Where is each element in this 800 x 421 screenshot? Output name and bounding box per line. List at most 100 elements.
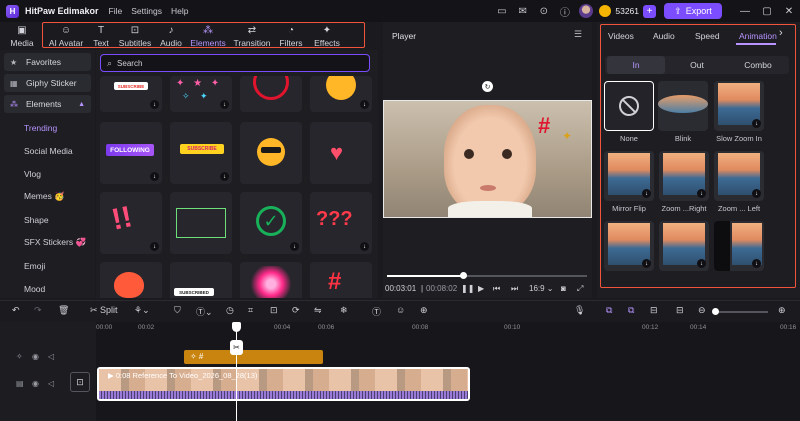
next-frame-icon[interactable]: ⏭ — [511, 284, 518, 294]
prev-frame-icon[interactable]: ⏮ — [493, 284, 500, 294]
mute-icon[interactable]: ◁ — [48, 352, 54, 361]
sidebar-sub-trending[interactable]: Trending — [0, 116, 95, 139]
avatar[interactable] — [579, 4, 594, 18]
pause-icon[interactable]: ❚❚ — [461, 284, 474, 293]
download-icon[interactable]: ↓ — [697, 259, 706, 268]
animation-mirror-flip[interactable]: ↓ Mirror Flip — [604, 151, 654, 213]
element-tile[interactable]: ✓ ↓ — [240, 192, 302, 254]
sidebar-sub-shape[interactable]: Shape — [0, 208, 95, 231]
menu-help[interactable]: Help — [171, 6, 188, 16]
mirror-icon[interactable]: ⇋ — [314, 305, 322, 316]
speed-icon[interactable]: ◷ — [226, 305, 234, 316]
zoom-slider-knob[interactable] — [712, 308, 719, 315]
timeline-ruler[interactable]: 00:00 00:02 00:04 00:06 00:08 00:10 00:1… — [96, 322, 800, 336]
minimize-button[interactable]: — — [734, 6, 756, 17]
microphone-icon[interactable]: 🎙 — [574, 305, 585, 316]
element-tile[interactable]: SUBSCRIBE ↓ — [170, 122, 232, 184]
tool-media[interactable]: ▣ Media — [0, 22, 44, 50]
element-tile[interactable]: # — [310, 262, 372, 298]
sidebar-sub-sfx-stickers[interactable]: SFX Stickers 💞 — [0, 231, 95, 254]
animation-tile[interactable]: ↓ — [604, 221, 654, 271]
scissors-icon[interactable]: ✂ — [230, 340, 243, 355]
element-tile[interactable]: SUBSCRIBED — [170, 262, 232, 298]
grid-icon[interactable]: ⊟ — [676, 305, 684, 316]
element-tile[interactable] — [240, 76, 302, 112]
export-button[interactable]: ⇪ Export — [664, 3, 722, 19]
search-input[interactable]: ⌕ Search — [100, 54, 370, 72]
play-icon[interactable]: ▶ — [478, 284, 484, 293]
element-tile[interactable]: ↓ — [310, 76, 372, 112]
download-icon[interactable]: ↓ — [150, 242, 159, 251]
element-tile[interactable]: ✦ ★ ✦ ✧ ✦ ↓ — [170, 76, 232, 112]
seek-knob[interactable] — [460, 272, 467, 279]
cover-button[interactable]: ⊡ — [70, 372, 90, 392]
fullscreen-icon[interactable]: ⤢ — [577, 284, 583, 294]
maximize-button[interactable]: ▢ — [756, 6, 778, 17]
tab-videos[interactable]: Videos — [608, 31, 634, 41]
sidebar-sub-mood[interactable]: Mood — [0, 277, 95, 300]
element-tile[interactable] — [240, 122, 302, 184]
download-icon[interactable]: ↓ — [290, 242, 299, 251]
visibility-icon[interactable]: ◉ — [32, 379, 39, 388]
tool-ai-avatar[interactable]: ☺ AI Avatar — [44, 22, 88, 50]
sidebar-sub-emoji[interactable]: Emoji — [0, 254, 95, 277]
chevron-right-icon[interactable]: › — [779, 27, 783, 39]
tool-elements[interactable]: ⁂ Elements — [186, 22, 230, 50]
download-icon[interactable]: ↓ — [150, 172, 159, 181]
animation-blink[interactable]: Blink — [658, 81, 708, 143]
sticker-tool-icon[interactable]: ⊕ — [420, 305, 428, 316]
download-icon[interactable]: ↓ — [642, 189, 651, 198]
zoom-out-icon[interactable]: ⊖ — [698, 305, 706, 316]
animation-slow-zoom-in[interactable]: ↓ Slow Zoom In — [714, 81, 764, 143]
avatar-tool-icon[interactable]: ☺ — [396, 305, 405, 315]
tab-animation[interactable]: Animation — [739, 31, 777, 41]
download-icon[interactable]: ↓ — [150, 100, 159, 109]
tab-audio[interactable]: Audio — [653, 31, 675, 41]
tool-subtitles[interactable]: ⊡ Subtitles — [114, 22, 156, 50]
download-icon[interactable]: ↓ — [752, 189, 761, 198]
visibility-icon[interactable]: ◉ — [32, 352, 39, 361]
link-icon[interactable]: ⧉ — [606, 305, 612, 316]
crop-icon[interactable]: ⌗ — [248, 305, 253, 316]
fit-icon[interactable]: ⊡ — [270, 305, 278, 316]
tool-transition[interactable]: ⇄ Transition — [230, 22, 274, 50]
mail-icon[interactable]: ✉ — [515, 4, 530, 19]
segment-out[interactable]: Out — [668, 56, 726, 74]
aspect-ratio-select[interactable]: 16:9 ⌄ — [529, 284, 554, 293]
tool-effects[interactable]: ✦ Effects — [308, 22, 346, 50]
close-button[interactable]: ✕ — [778, 6, 800, 17]
menu-settings[interactable]: Settings — [131, 6, 162, 16]
sidebar-sub-memes[interactable]: Memes 🥳 — [0, 185, 95, 208]
segment-in[interactable]: In — [607, 56, 665, 74]
animation-zoom-right[interactable]: ↓ Zoom ...Right — [659, 151, 709, 213]
sidebar-sub-social-media[interactable]: Social Media — [0, 139, 95, 162]
playhead-handle[interactable] — [232, 322, 241, 332]
animation-tile[interactable]: ↓ — [659, 221, 709, 271]
element-tile[interactable] — [100, 262, 162, 298]
zoom-slider[interactable] — [712, 308, 768, 315]
download-icon[interactable]: ↓ — [697, 189, 706, 198]
download-icon[interactable]: ⊙ — [536, 4, 551, 19]
snap-icon[interactable]: ⊟ — [650, 305, 658, 316]
snapshot-icon[interactable]: ◙ — [561, 284, 566, 293]
element-tile[interactable]: FOLLOWING ↓ — [100, 122, 162, 184]
download-icon[interactable]: ↓ — [360, 242, 369, 251]
shield-icon[interactable]: ⛉ — [174, 305, 181, 316]
magic-cut-icon[interactable]: ⚘⌄ — [134, 305, 150, 316]
mute-icon[interactable]: ◁ — [48, 379, 54, 388]
delete-icon[interactable]: 🗑 — [58, 305, 69, 316]
element-tile[interactable]: !! ↓ — [100, 192, 162, 254]
element-tile[interactable]: ♥ — [310, 122, 372, 184]
sidebar-item-elements[interactable]: ⁂ Elements ▲ — [4, 95, 91, 113]
tab-speed[interactable]: Speed — [695, 31, 720, 41]
playback-seek-bar[interactable] — [387, 272, 587, 279]
menu-icon[interactable]: ☰ — [574, 29, 582, 40]
download-icon[interactable]: ↓ — [642, 259, 651, 268]
download-icon[interactable]: ↓ — [752, 119, 761, 128]
sidebar-sub-vlog[interactable]: Vlog — [0, 162, 95, 185]
freeze-icon[interactable]: ❄ — [340, 305, 348, 316]
video-preview[interactable]: # ✦ — [383, 100, 592, 218]
magnet-icon[interactable]: ⧉ — [628, 305, 634, 316]
tool-audio[interactable]: ♪ Audio — [156, 22, 186, 50]
add-coins-button[interactable]: + — [643, 4, 656, 18]
